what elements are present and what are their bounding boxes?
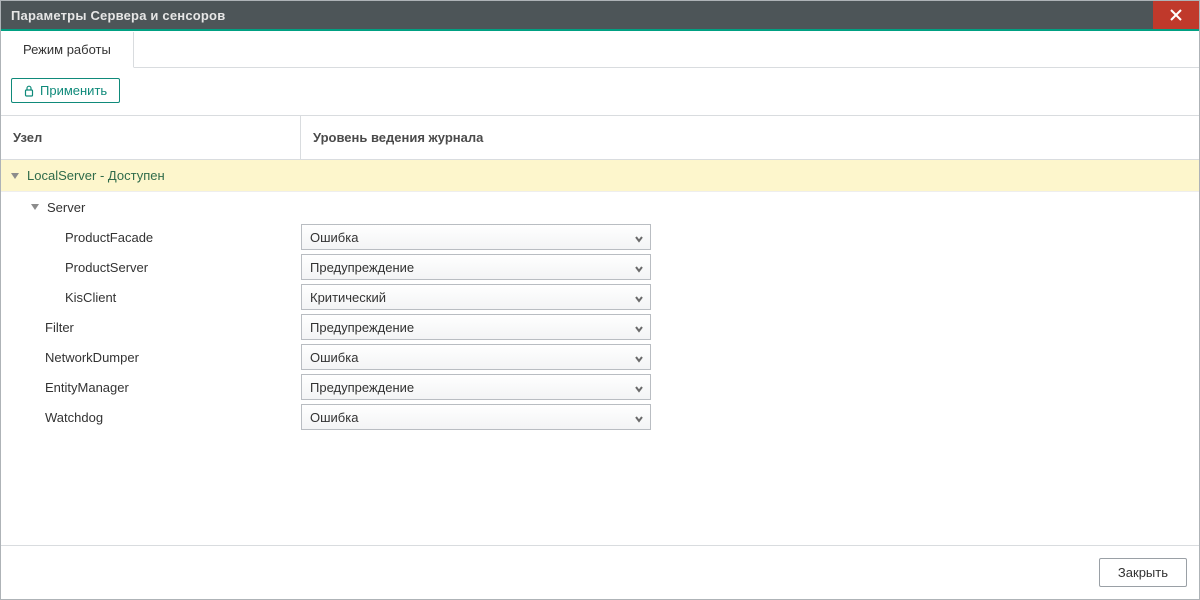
apply-button[interactable]: Применить <box>11 78 120 103</box>
tree-node: Filter Предупреждение <box>1 312 1199 342</box>
node-label: Filter <box>45 320 74 335</box>
group-label: LocalServer - Доступен <box>27 168 165 183</box>
tree-node: EntityManager Предупреждение <box>1 372 1199 402</box>
tree-node: NetworkDumper Ошибка <box>1 342 1199 372</box>
column-node: Узел <box>1 116 301 160</box>
close-window-button[interactable] <box>1153 1 1199 29</box>
node-label: NetworkDumper <box>45 350 139 365</box>
select-value: Предупреждение <box>310 260 414 275</box>
node-label-cell: Watchdog <box>1 404 301 431</box>
grid-body: LocalServer - Доступен Server ProductFac… <box>1 160 1199 545</box>
chevron-down-icon <box>634 262 644 272</box>
close-label: Закрыть <box>1118 565 1168 580</box>
group-localserver[interactable]: LocalServer - Доступен <box>1 160 1199 192</box>
chevron-down-icon <box>634 322 644 332</box>
close-icon <box>1170 9 1182 21</box>
node-label-cell: ProductFacade <box>1 224 301 251</box>
chevron-down-icon <box>634 292 644 302</box>
column-log-level: Уровень ведения журнала <box>301 116 1199 160</box>
tabs-wrap: Режим работы <box>1 29 1199 68</box>
window-title: Параметры Сервера и сенсоров <box>1 8 225 23</box>
log-level-select[interactable]: Ошибка <box>301 344 651 370</box>
node-label-cell: NetworkDumper <box>1 344 301 371</box>
node-label: Server <box>47 200 85 215</box>
node-label: ProductFacade <box>65 230 153 245</box>
node-label-cell: KisClient <box>1 284 301 311</box>
lock-icon <box>24 85 34 97</box>
log-level-select[interactable]: Ошибка <box>301 404 651 430</box>
select-value: Критический <box>310 290 386 305</box>
tree-node: KisClient Критический <box>1 282 1199 312</box>
select-value: Предупреждение <box>310 320 414 335</box>
log-level-select[interactable]: Предупреждение <box>301 254 651 280</box>
node-label-cell: Filter <box>1 314 301 341</box>
expand-icon <box>31 204 39 210</box>
toolbar: Применить <box>1 68 1199 116</box>
log-level-select[interactable]: Предупреждение <box>301 314 651 340</box>
tab-mode[interactable]: Режим работы <box>1 32 134 68</box>
chevron-down-icon <box>634 352 644 362</box>
log-level-select[interactable]: Критический <box>301 284 651 310</box>
titlebar: Параметры Сервера и сенсоров <box>1 1 1199 29</box>
node-label: Watchdog <box>45 410 103 425</box>
tree-node-server[interactable]: Server <box>1 192 1199 222</box>
chevron-down-icon <box>634 412 644 422</box>
tree-node: ProductServer Предупреждение <box>1 252 1199 282</box>
chevron-down-icon <box>634 382 644 392</box>
tree-node: Watchdog Ошибка <box>1 402 1199 432</box>
tree-node: ProductFacade Ошибка <box>1 222 1199 252</box>
node-label: KisClient <box>65 290 116 305</box>
select-value: Ошибка <box>310 230 358 245</box>
select-value: Предупреждение <box>310 380 414 395</box>
select-value: Ошибка <box>310 350 358 365</box>
tabs: Режим работы <box>1 31 1199 68</box>
tab-label: Режим работы <box>23 42 111 57</box>
log-level-select[interactable]: Предупреждение <box>301 374 651 400</box>
node-label: EntityManager <box>45 380 129 395</box>
select-value: Ошибка <box>310 410 358 425</box>
apply-label: Применить <box>40 83 107 98</box>
node-label-cell: EntityManager <box>1 374 301 401</box>
log-level-select[interactable]: Ошибка <box>301 224 651 250</box>
footer: Закрыть <box>1 545 1199 599</box>
close-button[interactable]: Закрыть <box>1099 558 1187 587</box>
expand-icon <box>11 173 19 179</box>
node-label-cell: ProductServer <box>1 254 301 281</box>
grid-header: Узел Уровень ведения журнала <box>1 116 1199 160</box>
settings-window: Параметры Сервера и сенсоров Режим работ… <box>0 0 1200 600</box>
chevron-down-icon <box>634 232 644 242</box>
node-label: ProductServer <box>65 260 148 275</box>
